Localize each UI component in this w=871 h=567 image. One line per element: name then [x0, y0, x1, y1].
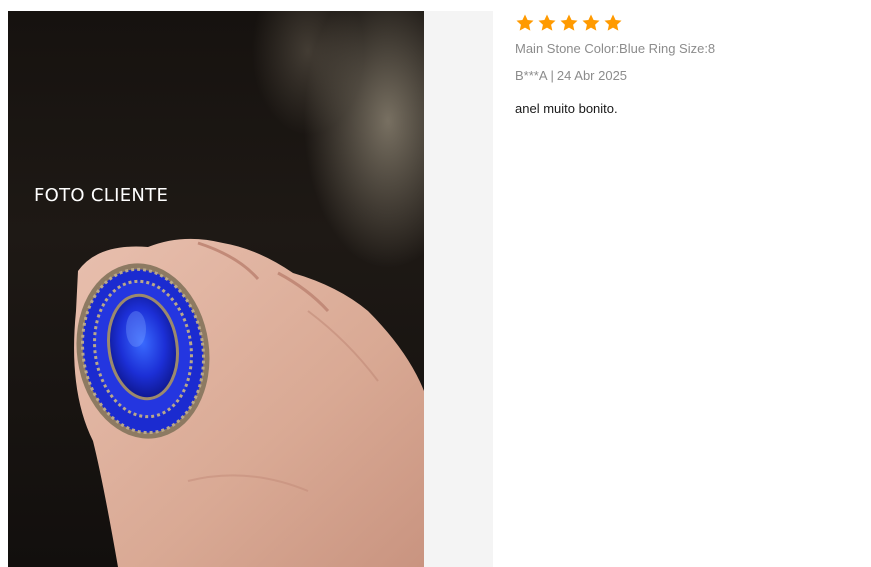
star-icon — [603, 13, 623, 33]
star-rating — [515, 12, 855, 34]
review-meta: B***A | 24 Abr 2025 — [515, 68, 855, 83]
photo-side-panel — [424, 11, 493, 567]
review-sku-info: Main Stone Color:Blue Ring Size:8 — [515, 41, 716, 56]
review-content: Main Stone Color:Blue Ring Size:8 B***A |… — [515, 12, 855, 116]
star-icon — [515, 13, 535, 33]
photo-caption: FOTO CLIENTE — [34, 185, 169, 206]
star-icon — [537, 13, 557, 33]
review-author: B***A — [515, 68, 548, 83]
review-text: anel muito bonito. — [515, 101, 618, 116]
star-icon — [581, 13, 601, 33]
review-photo[interactable]: FOTO CLIENTE — [8, 11, 424, 567]
hand-ring-image — [74, 238, 424, 567]
meta-separator: | — [550, 68, 554, 83]
review-date: 24 Abr 2025 — [556, 68, 628, 83]
star-icon — [559, 13, 579, 33]
